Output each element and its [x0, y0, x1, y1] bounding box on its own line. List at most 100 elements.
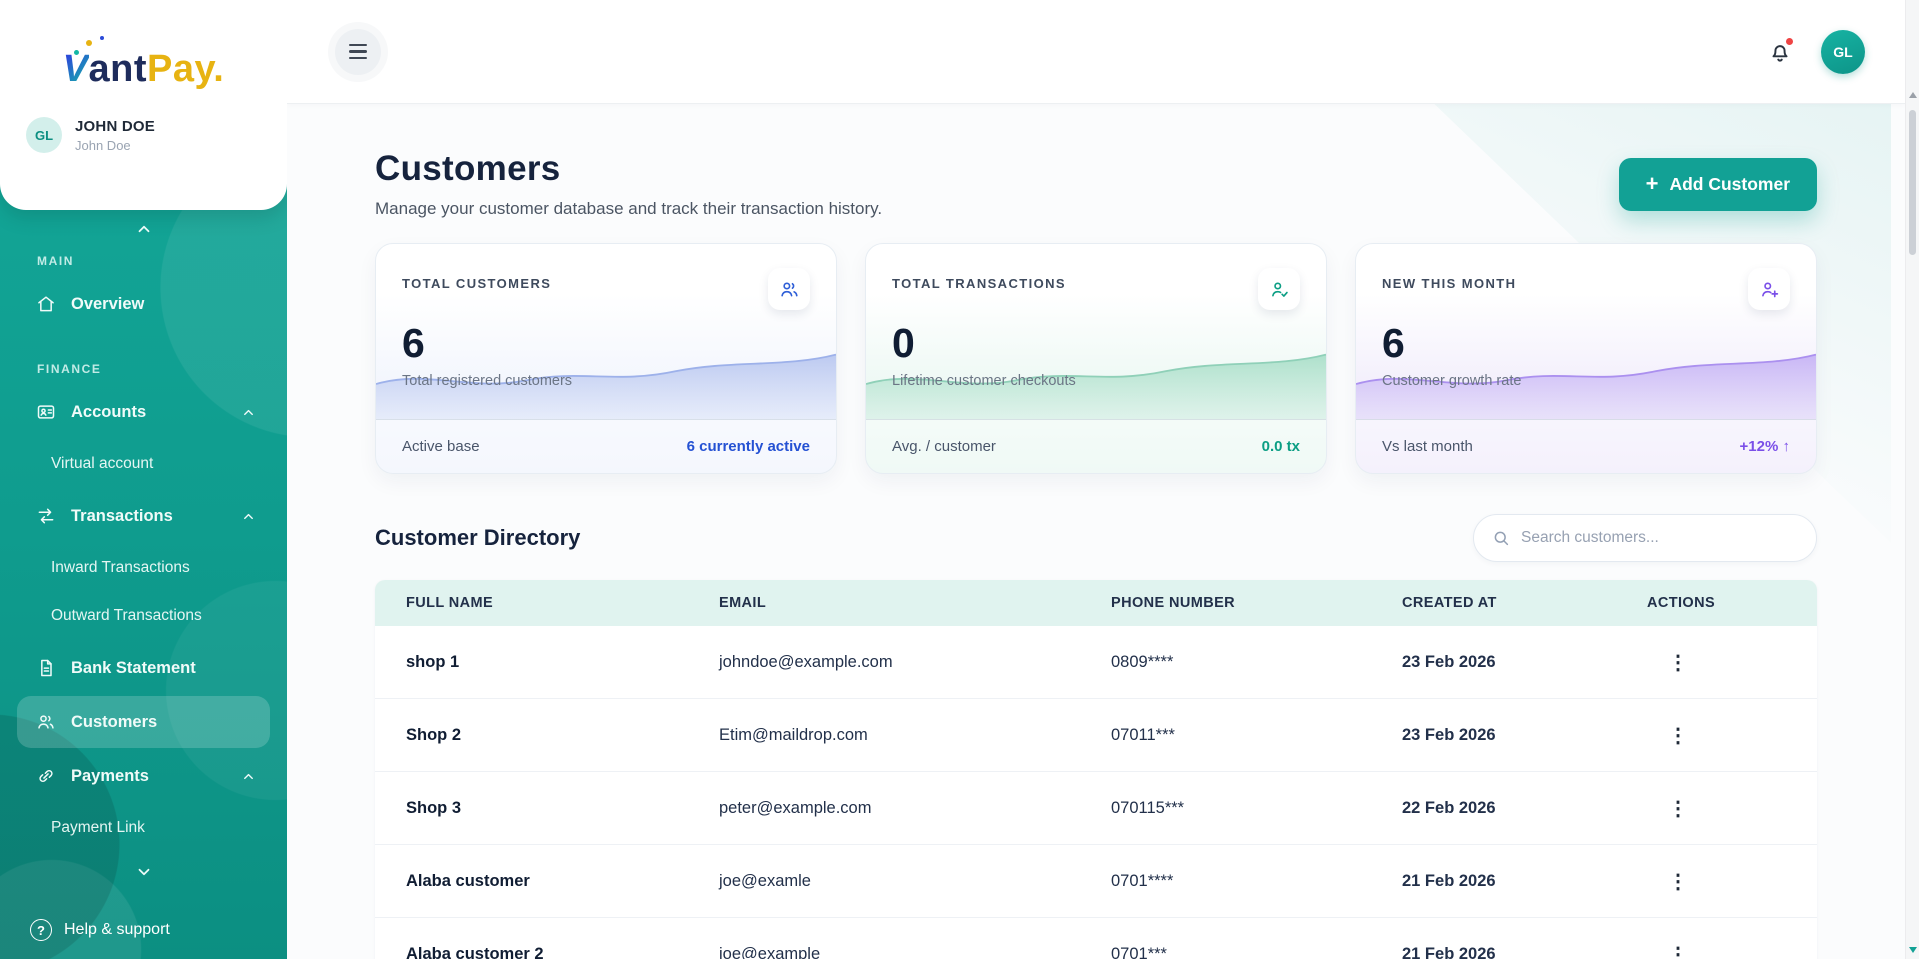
notifications-button[interactable]: [1767, 39, 1793, 65]
sidebar-item-label: Payments: [71, 767, 149, 786]
search-icon: [1492, 529, 1510, 547]
user-profile[interactable]: GL JOHN DOE John Doe: [0, 91, 287, 153]
user-plus-icon: [1748, 268, 1790, 310]
user-avatar[interactable]: GL: [1821, 30, 1865, 74]
sidebar-item-inward-transactions[interactable]: Inward Transactions: [17, 544, 270, 592]
stat-caption: Customer growth rate: [1382, 373, 1790, 389]
sidebar-item-label: Overview: [71, 295, 144, 314]
add-customer-label: Add Customer: [1669, 174, 1790, 195]
column-header-created: CREATED AT: [1402, 595, 1647, 611]
search-input[interactable]: [1521, 529, 1798, 547]
page-header-text: Customers Manage your customer database …: [375, 149, 882, 219]
logo-spark-icon: [100, 36, 104, 40]
table-row: Shop 3 peter@example.com 070115*** 22 Fe…: [375, 772, 1817, 845]
sidebar-item-payments[interactable]: Payments: [17, 750, 270, 802]
swap-arrows-icon: [36, 506, 56, 526]
chevron-up-icon: [241, 405, 256, 420]
contact-card-icon: [36, 402, 56, 422]
plus-icon: +: [1646, 173, 1659, 195]
add-customer-button[interactable]: + Add Customer: [1619, 158, 1817, 211]
sidebar-scroll-up[interactable]: [0, 210, 287, 238]
help-support-label: Help & support: [64, 921, 170, 939]
sidebar-item-transactions[interactable]: Transactions: [17, 490, 270, 542]
table-header: FULL NAME EMAIL PHONE NUMBER CREATED AT …: [375, 580, 1817, 626]
hamburger-icon: [349, 44, 367, 46]
logo-dot: .: [213, 48, 224, 90]
stat-label: TOTAL CUSTOMERS: [402, 268, 551, 291]
cell-phone: 0701***: [1111, 945, 1402, 959]
stat-cards: TOTAL CUSTOMERS 6 Total registered custo…: [375, 243, 1817, 474]
stat-card-total-transactions: TOTAL TRANSACTIONS 0 Lifetime customer c…: [865, 243, 1327, 474]
cell-email: Etim@maildrop.com: [719, 726, 1111, 745]
stat-footer: Avg. / customer 0.0 tx: [866, 419, 1326, 473]
sidebar-item-customers[interactable]: Customers: [17, 696, 270, 748]
column-header-phone: PHONE NUMBER: [1111, 595, 1402, 611]
sidebar-item-label: Payment Link: [51, 819, 145, 837]
row-actions-button[interactable]: ⋮: [1661, 864, 1695, 898]
cell-phone: 0809****: [1111, 653, 1402, 672]
brand-logo[interactable]: VantPay.: [0, 0, 287, 91]
column-header-actions: ACTIONS: [1647, 595, 1817, 611]
sidebar-item-overview[interactable]: Overview: [17, 278, 270, 330]
sidebar-item-label: Bank Statement: [71, 659, 196, 678]
chevron-down-icon: [135, 863, 153, 881]
customers-table: FULL NAME EMAIL PHONE NUMBER CREATED AT …: [375, 580, 1817, 959]
user-check-icon: [1258, 268, 1300, 310]
scrollbar-thumb[interactable]: [1909, 110, 1916, 255]
sidebar-scroll-down[interactable]: [0, 863, 287, 881]
stat-card-total-customers: TOTAL CUSTOMERS 6 Total registered custo…: [375, 243, 837, 474]
table-row: shop 1 johndoe@example.com 0809**** 23 F…: [375, 626, 1817, 699]
section-label-finance: FINANCE: [0, 332, 287, 384]
column-header-full-name: FULL NAME: [375, 595, 719, 611]
menu-toggle-button[interactable]: [335, 29, 381, 75]
cell-email: peter@example.com: [719, 799, 1111, 818]
sidebar-item-outward-transactions[interactable]: Outward Transactions: [17, 592, 270, 640]
stat-footer-value: +12% ↑: [1740, 438, 1790, 455]
row-actions-button[interactable]: ⋮: [1661, 937, 1695, 959]
sidebar-item-accounts[interactable]: Accounts: [17, 386, 270, 438]
section-label-main: MAIN: [0, 240, 287, 276]
sidebar-item-label: Customers: [71, 713, 157, 732]
cell-created-at: 23 Feb 2026: [1402, 653, 1647, 672]
app-root: VantPay. GL JOHN DOE John Doe MAIN Overv…: [0, 0, 1919, 959]
stat-footer-label: Vs last month: [1382, 438, 1473, 455]
page-subtitle: Manage your customer database and track …: [375, 199, 882, 219]
page-header: Customers Manage your customer database …: [375, 149, 1817, 219]
cell-created-at: 21 Feb 2026: [1402, 872, 1647, 891]
cell-phone: 070115***: [1111, 799, 1402, 818]
sidebar-item-label: Outward Transactions: [51, 607, 202, 625]
sidebar-item-virtual-account[interactable]: Virtual account: [17, 440, 270, 488]
logo-text-pay: Pay: [147, 48, 213, 90]
row-actions-button[interactable]: ⋮: [1661, 791, 1695, 825]
table-row: Shop 2 Etim@maildrop.com 07011*** 23 Feb…: [375, 699, 1817, 772]
sidebar-nav: MAIN Overview FINANCE Accounts Virtual a…: [0, 240, 287, 852]
cell-full-name: Shop 2: [375, 726, 719, 745]
help-support-link[interactable]: ? Help & support: [0, 919, 170, 941]
scrollbar-up-arrow[interactable]: [1909, 92, 1917, 98]
directory-header: Customer Directory: [375, 514, 1817, 562]
sidebar-item-bank-statement[interactable]: Bank Statement: [17, 642, 270, 694]
stat-footer: Vs last month +12% ↑: [1356, 419, 1816, 473]
row-actions-button[interactable]: ⋮: [1661, 718, 1695, 752]
stat-caption: Lifetime customer checkouts: [892, 373, 1300, 389]
document-icon: [36, 658, 56, 678]
cell-phone: 07011***: [1111, 726, 1402, 745]
chevron-up-icon: [241, 769, 256, 784]
cell-phone: 0701****: [1111, 872, 1402, 891]
question-icon: ?: [30, 919, 52, 941]
page-scrollbar[interactable]: [1905, 0, 1919, 959]
profile-subtitle: John Doe: [75, 138, 155, 153]
cell-email: joe@examle: [719, 872, 1111, 891]
stat-value: 6: [402, 320, 810, 367]
search-box[interactable]: [1473, 514, 1817, 562]
stat-footer-value: 6 currently active: [687, 438, 810, 455]
topbar: GL: [287, 0, 1905, 103]
sidebar-item-label: Transactions: [71, 507, 173, 526]
scrollbar-down-arrow[interactable]: [1909, 947, 1917, 953]
row-actions-button[interactable]: ⋮: [1661, 645, 1695, 679]
cell-full-name: shop 1: [375, 653, 719, 672]
topbar-actions: GL: [1767, 30, 1865, 74]
cell-created-at: 21 Feb 2026: [1402, 945, 1647, 959]
sidebar-item-payment-link[interactable]: Payment Link: [17, 804, 270, 852]
sidebar-item-label: Inward Transactions: [51, 559, 190, 577]
